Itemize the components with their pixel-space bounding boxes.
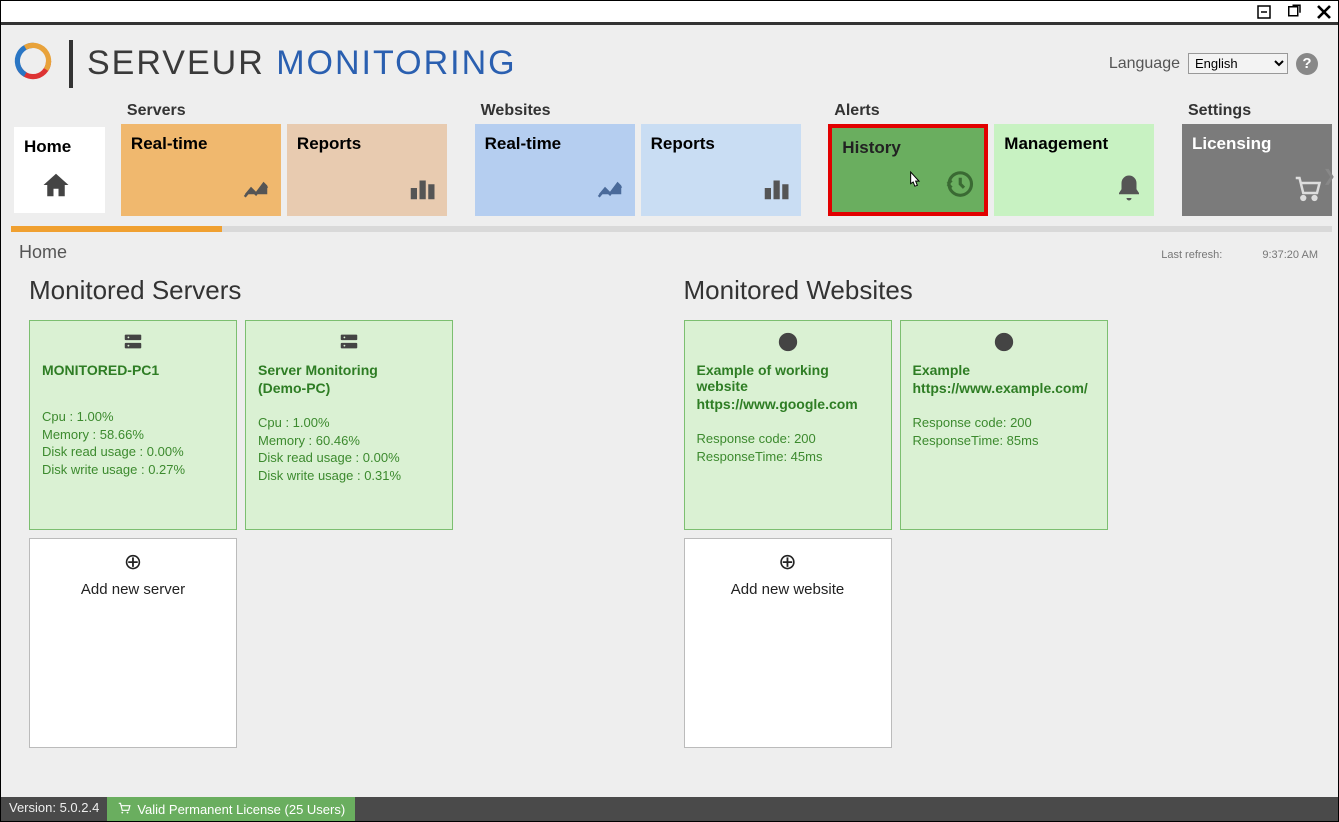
maximize-button[interactable] bbox=[1284, 2, 1304, 22]
version-label: Version: 5.0.2.4 bbox=[1, 797, 107, 821]
nav-group-settings: Settings bbox=[1182, 102, 1332, 124]
tab-alerts-management[interactable]: Management bbox=[994, 124, 1154, 216]
tab-settings-licensing[interactable]: Licensing bbox=[1182, 124, 1332, 216]
plus-icon: ⊕ bbox=[697, 549, 879, 575]
last-refresh-time: 9:37:20 AM bbox=[1262, 249, 1318, 261]
chart-line-icon bbox=[241, 173, 271, 208]
tab-alerts-history[interactable]: History bbox=[828, 124, 988, 216]
titlebar bbox=[1, 1, 1338, 25]
home-icon bbox=[41, 170, 71, 205]
add-website-button[interactable]: ⊕ Add new website bbox=[684, 538, 892, 748]
language-label: Language bbox=[1109, 55, 1180, 73]
bar-chart-icon bbox=[761, 173, 791, 208]
logo-icon bbox=[7, 35, 59, 92]
bar-chart-icon bbox=[407, 173, 437, 208]
cart-icon bbox=[1292, 173, 1322, 208]
server-icon bbox=[42, 331, 224, 358]
plus-icon: ⊕ bbox=[42, 549, 224, 575]
cart-icon bbox=[117, 801, 131, 818]
server-card[interactable]: MONITORED-PC1 Cpu : 1.00% Memory : 58.66… bbox=[29, 320, 237, 530]
chart-line-icon bbox=[595, 173, 625, 208]
loading-bar bbox=[11, 226, 1332, 232]
server-card[interactable]: Server Monitoring (Demo-PC) Cpu : 1.00% … bbox=[245, 320, 453, 530]
cursor-icon bbox=[904, 170, 924, 199]
nav-scroll-right-icon[interactable]: ❯ bbox=[1323, 166, 1336, 186]
license-badge[interactable]: Valid Permanent License (25 Users) bbox=[107, 797, 355, 821]
nav-group-servers: Servers bbox=[121, 102, 447, 124]
globe-icon bbox=[697, 331, 879, 358]
website-card[interactable]: Example of working website https://www.g… bbox=[684, 320, 892, 530]
bell-icon bbox=[1114, 173, 1144, 208]
tab-home[interactable]: Home bbox=[11, 124, 108, 216]
tab-websites-reports[interactable]: Reports bbox=[641, 124, 801, 216]
breadcrumb: Home bbox=[19, 242, 67, 263]
server-icon bbox=[258, 331, 440, 358]
help-icon[interactable]: ? bbox=[1296, 53, 1318, 75]
add-server-button[interactable]: ⊕ Add new server bbox=[29, 538, 237, 748]
app-title: SERVEUR MONITORING bbox=[87, 44, 517, 83]
language-select[interactable]: English bbox=[1188, 53, 1288, 74]
app-logo: SERVEUR MONITORING bbox=[7, 35, 517, 92]
minimize-button[interactable] bbox=[1254, 2, 1274, 22]
history-icon bbox=[944, 169, 974, 204]
tab-websites-realtime[interactable]: Real-time bbox=[475, 124, 635, 216]
monitored-servers-title: Monitored Servers bbox=[29, 275, 664, 306]
website-card[interactable]: Example https://www.example.com/ Respons… bbox=[900, 320, 1108, 530]
nav-group-websites: Websites bbox=[475, 102, 801, 124]
tab-servers-reports[interactable]: Reports bbox=[287, 124, 447, 216]
nav-group-alerts: Alerts bbox=[828, 102, 1154, 124]
tab-servers-realtime[interactable]: Real-time bbox=[121, 124, 281, 216]
close-button[interactable] bbox=[1314, 2, 1334, 22]
monitored-websites-title: Monitored Websites bbox=[684, 275, 1319, 306]
last-refresh-label: Last refresh: bbox=[1161, 249, 1222, 261]
globe-icon bbox=[913, 331, 1095, 358]
status-bar: Version: 5.0.2.4 Valid Permanent License… bbox=[1, 797, 1338, 821]
